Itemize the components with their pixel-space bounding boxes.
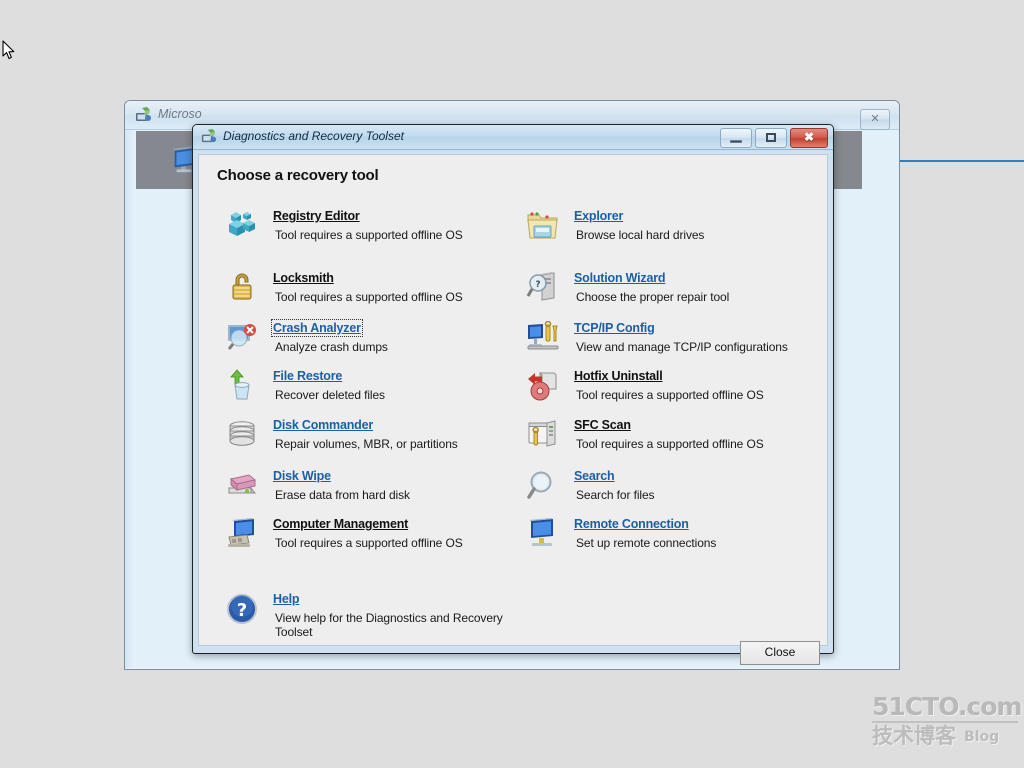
- minimize-icon: [730, 140, 742, 143]
- tool-description: Search for files: [576, 488, 655, 502]
- registry-editor-icon: [229, 212, 255, 236]
- accent-rule: [897, 160, 1024, 162]
- computer-management-icon: [228, 518, 254, 547]
- sfc-scan-icon: [528, 420, 556, 447]
- tool-label[interactable]: Computer Management: [273, 517, 408, 531]
- padlock-icon: [232, 273, 252, 300]
- tool-label[interactable]: Disk Wipe: [273, 469, 331, 483]
- dialog-window-controls: ✖: [720, 128, 828, 148]
- tool-description: Choose the proper repair tool: [576, 290, 730, 304]
- tool-label[interactable]: Help: [273, 592, 299, 606]
- tool-label[interactable]: File Restore: [273, 369, 342, 383]
- file-restore-icon: [230, 369, 250, 400]
- watermark-blog: Blog: [964, 729, 1000, 745]
- tool-description: Erase data from hard disk: [275, 488, 410, 502]
- dialog-titlebar[interactable]: Diagnostics and Recovery Toolset ✖: [193, 125, 833, 150]
- tool-description: View and manage TCP/IP configurations: [576, 340, 788, 354]
- background-window-right-edge: [862, 130, 898, 668]
- tool-description: Repair volumes, MBR, or partitions: [275, 437, 458, 451]
- crash-analyzer-icon: [227, 324, 256, 350]
- tool-label[interactable]: Registry Editor: [273, 209, 360, 223]
- tool-label[interactable]: Explorer: [574, 209, 623, 223]
- tool-description: View help for the Diagnostics and Recove…: [275, 611, 503, 639]
- watermark-subtitle: 技术博客 Blog: [872, 725, 1020, 747]
- desktop-screen: Microso ✕ Diagnostics and Recovery Tools…: [0, 0, 1024, 768]
- recovery-toolset-dialog[interactable]: Diagnostics and Recovery Toolset ✖ Choos…: [192, 124, 834, 665]
- background-window-close-button[interactable]: ✕: [860, 109, 890, 130]
- background-window-title: Microso: [158, 107, 202, 121]
- search-magnifier-icon: [527, 471, 552, 499]
- maximize-icon: [766, 133, 776, 142]
- tool-label[interactable]: Disk Commander: [273, 418, 373, 432]
- tool-label[interactable]: Locksmith: [273, 271, 334, 285]
- app-icon: [136, 107, 151, 121]
- tool-label[interactable]: SFC Scan: [574, 418, 631, 432]
- tool-label[interactable]: Solution Wizard: [574, 271, 666, 285]
- help-question-icon: ?: [227, 594, 257, 624]
- watermark-rule: [872, 721, 1018, 723]
- arrow-pointer-icon: [2, 40, 15, 60]
- tool-description: Browse local hard drives: [576, 228, 705, 242]
- tcpip-config-icon: [527, 321, 559, 350]
- tool-label[interactable]: Search: [574, 469, 615, 483]
- remote-connection-icon: [529, 518, 553, 546]
- minimize-button[interactable]: [720, 128, 752, 148]
- close-dialog-button[interactable]: Close: [740, 641, 820, 665]
- disk-wipe-icon: [227, 474, 257, 494]
- tool-description: Tool requires a supported offline OS: [275, 290, 463, 304]
- watermark-site: 51CTO.com: [872, 692, 1022, 721]
- dialog-content: Choose a recovery tool Registry Editor T…: [198, 154, 828, 665]
- tool-description: Set up remote connections: [576, 536, 717, 550]
- tool-label[interactable]: TCP/IP Config: [574, 321, 655, 335]
- watermark: 51CTO.com 技术博客 Blog: [872, 692, 1022, 747]
- tool-description: Analyze crash dumps: [275, 340, 388, 354]
- background-window-left-edge: [125, 130, 136, 668]
- app-icon: [201, 128, 217, 143]
- close-button[interactable]: ✖: [790, 128, 828, 148]
- close-icon: ✖: [803, 130, 815, 144]
- tool-description: Tool requires a supported offline OS: [576, 388, 764, 402]
- maximize-button[interactable]: [755, 128, 787, 148]
- tool-label[interactable]: Crash Analyzer: [271, 319, 363, 337]
- page-title: Choose a recovery tool: [217, 167, 379, 184]
- tool-label[interactable]: Remote Connection: [574, 517, 689, 531]
- explorer-folder-icon: [527, 212, 558, 239]
- tool-label[interactable]: Hotfix Uninstall: [574, 369, 663, 383]
- watermark-chinese: 技术博客: [872, 724, 956, 748]
- tool-description: Tool requires a supported offline OS: [576, 437, 764, 451]
- tool-description: Recover deleted files: [275, 388, 385, 402]
- tool-description: Tool requires a supported offline OS: [275, 228, 463, 242]
- dialog-title: Diagnostics and Recovery Toolset: [223, 129, 404, 143]
- svg-text:?: ?: [535, 280, 540, 290]
- hotfix-uninstall-icon: [528, 371, 557, 401]
- disk-commander-icon: [229, 421, 255, 446]
- tool-description: Tool requires a supported offline OS: [275, 536, 463, 550]
- svg-text:?: ?: [237, 600, 247, 621]
- solution-wizard-icon: ?: [526, 272, 555, 301]
